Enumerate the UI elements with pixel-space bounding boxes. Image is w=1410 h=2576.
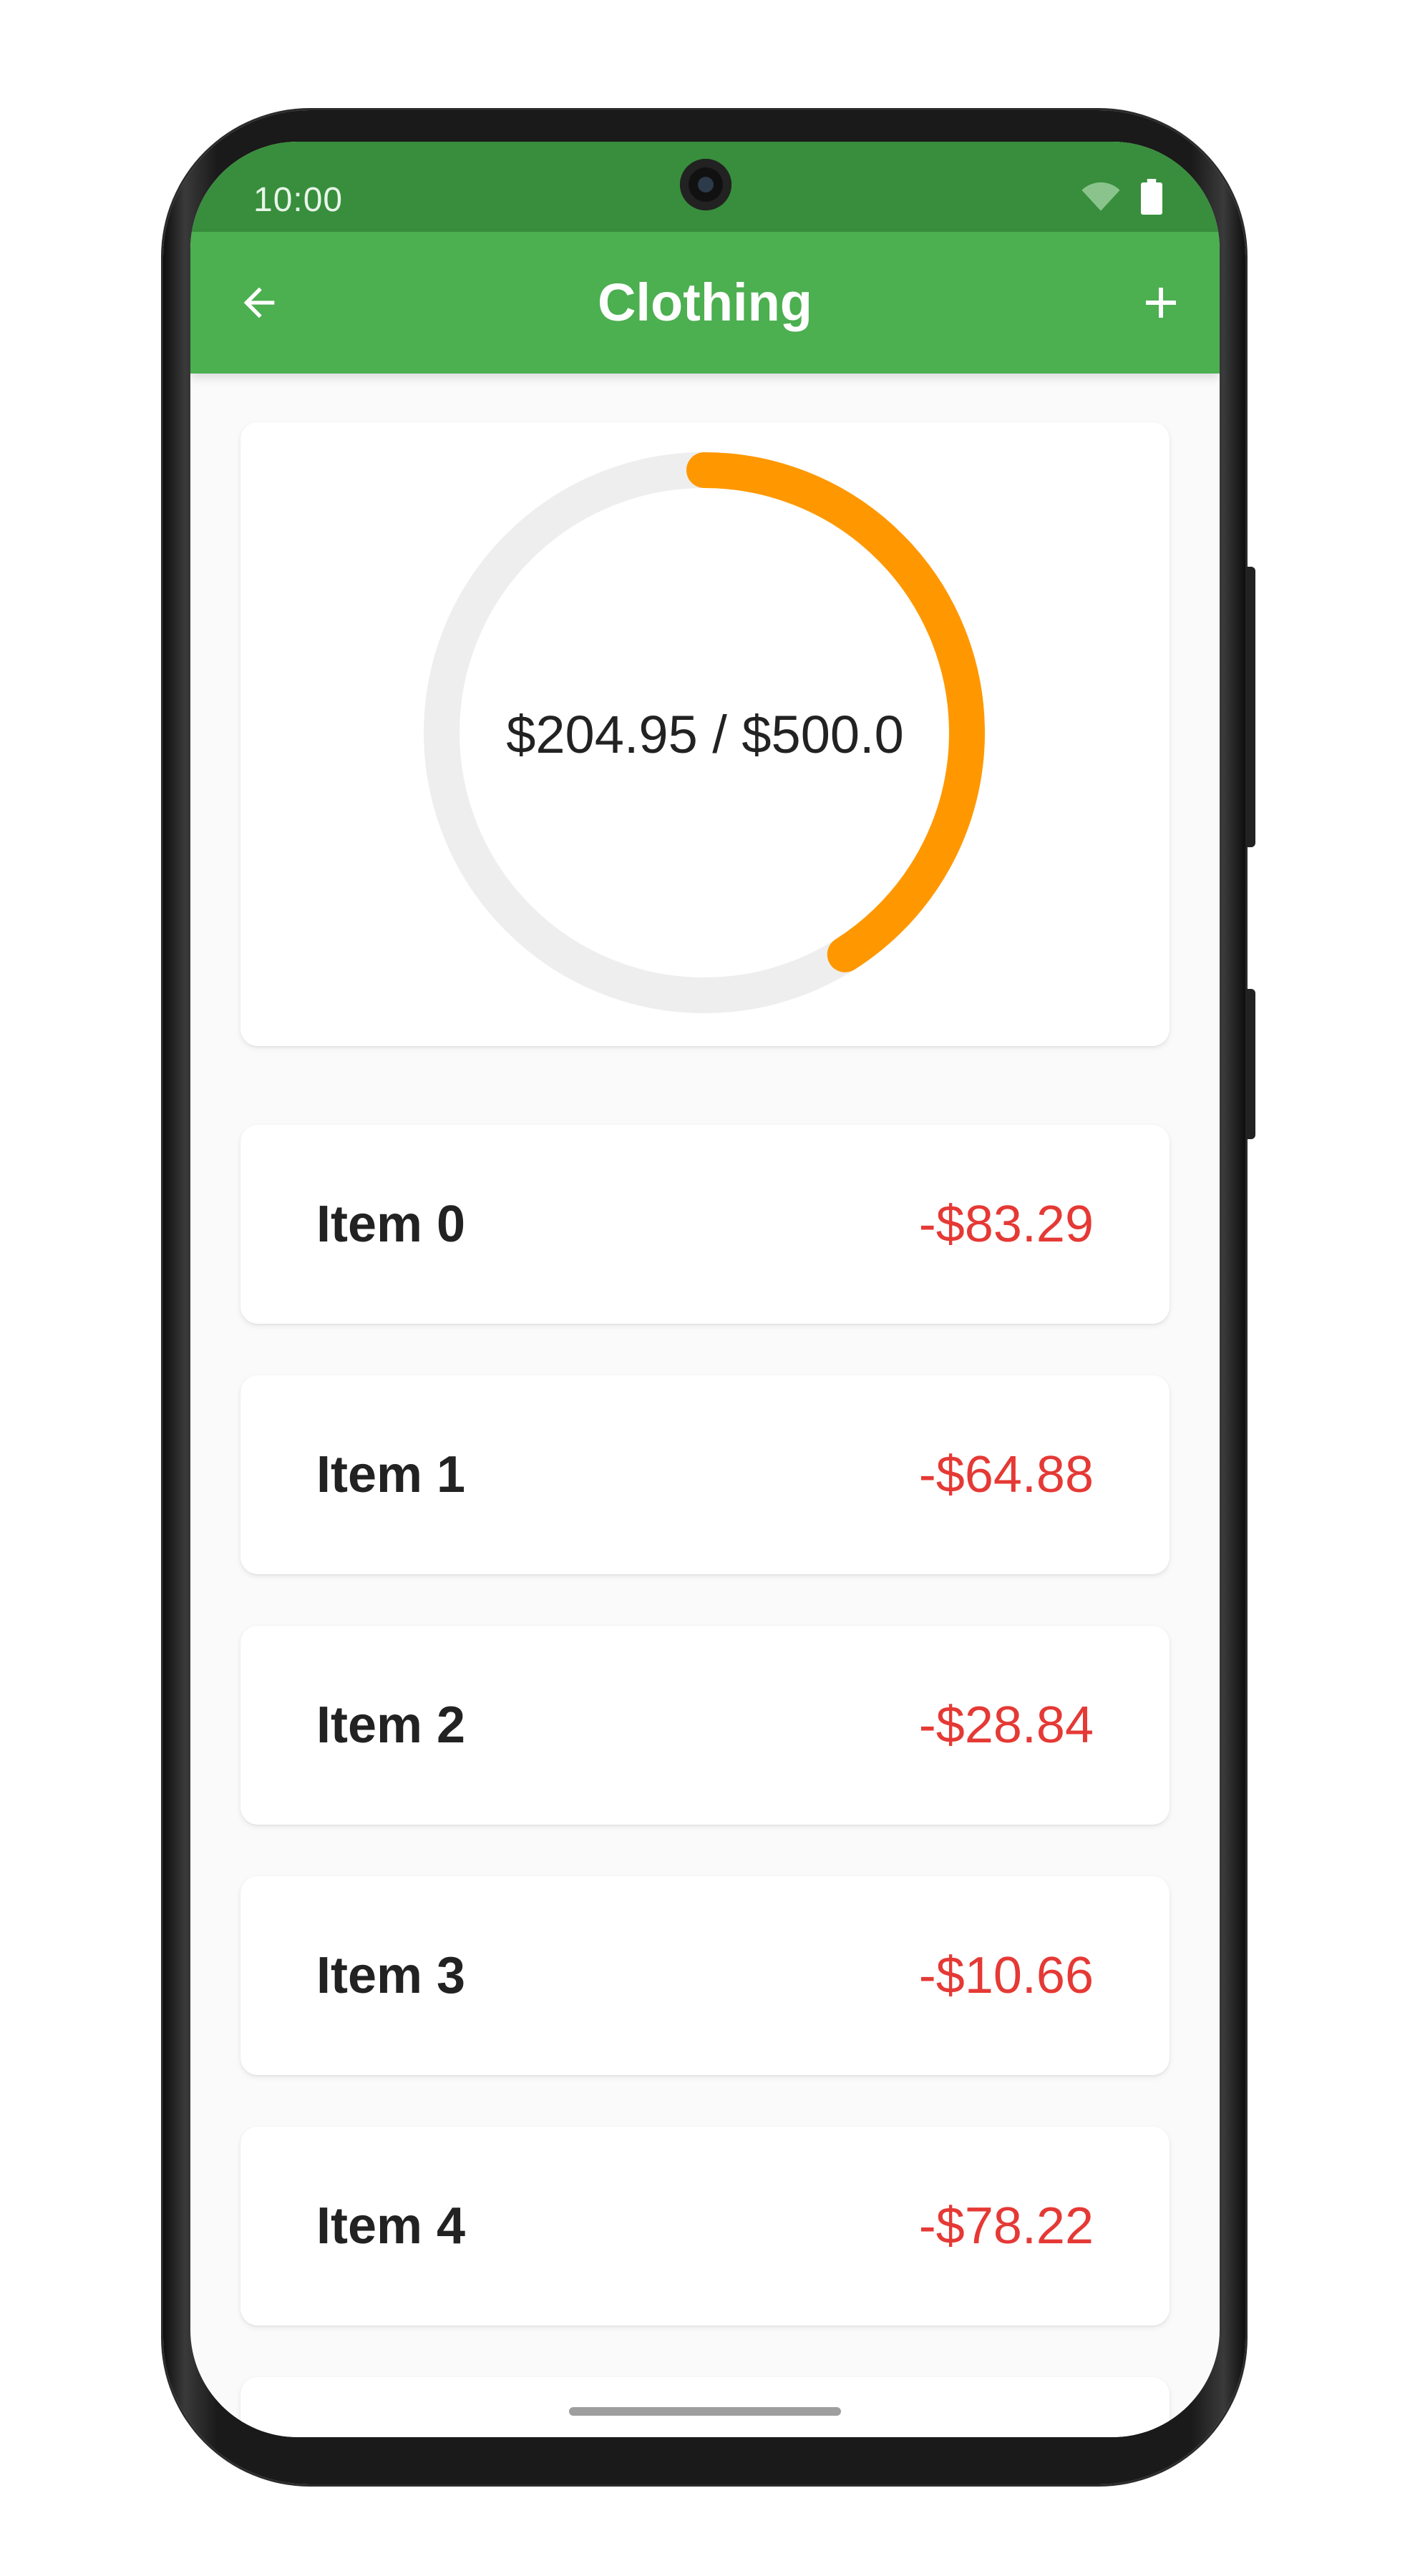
list-item[interactable]: Item 2 -$28.84 — [240, 1626, 1170, 1825]
status-time: 10:00 — [253, 181, 344, 219]
volume-button — [1245, 567, 1255, 847]
phone-screen: 10:00 Clothing $204.95 / $500.0 Item 0 -… — [190, 142, 1220, 2437]
item-amount: -$28.84 — [918, 1697, 1094, 1754]
battery-icon — [1141, 179, 1162, 215]
wifi-icon — [1081, 182, 1120, 211]
power-button — [1245, 989, 1255, 1139]
list-item[interactable]: Item 0 -$83.29 — [240, 1125, 1170, 1324]
add-button[interactable] — [1132, 274, 1190, 331]
list-item[interactable]: Item 1 -$64.88 — [240, 1375, 1170, 1574]
item-amount: -$10.66 — [918, 1947, 1094, 2004]
screenshot-frame: 10:00 Clothing $204.95 / $500.0 Item 0 -… — [0, 0, 1410, 2576]
list-item[interactable]: Item 4 -$78.22 — [240, 2127, 1170, 2326]
status-icons — [1081, 179, 1162, 215]
item-name: Item 0 — [316, 1196, 466, 1253]
app-bar: Clothing — [190, 232, 1220, 374]
item-name: Item 1 — [316, 1446, 466, 1503]
item-amount: -$78.22 — [918, 2197, 1094, 2255]
budget-progress-card: $204.95 / $500.0 — [240, 422, 1170, 1046]
item-amount: -$83.29 — [918, 1196, 1094, 1253]
front-camera — [680, 159, 731, 210]
item-name: Item 3 — [316, 1947, 466, 2004]
item-name: Item 2 — [316, 1697, 466, 1754]
add-icon — [1146, 288, 1176, 318]
budget-progress-label: $204.95 / $500.0 — [506, 705, 904, 764]
item-amount: -$64.88 — [918, 1446, 1094, 1503]
item-name: Item 4 — [316, 2197, 466, 2255]
status-bar: 10:00 — [190, 142, 1220, 232]
list-item[interactable]: Item 3 -$10.66 — [240, 1876, 1170, 2075]
home-indicator[interactable] — [569, 2407, 841, 2416]
page-title: Clothing — [597, 273, 812, 332]
